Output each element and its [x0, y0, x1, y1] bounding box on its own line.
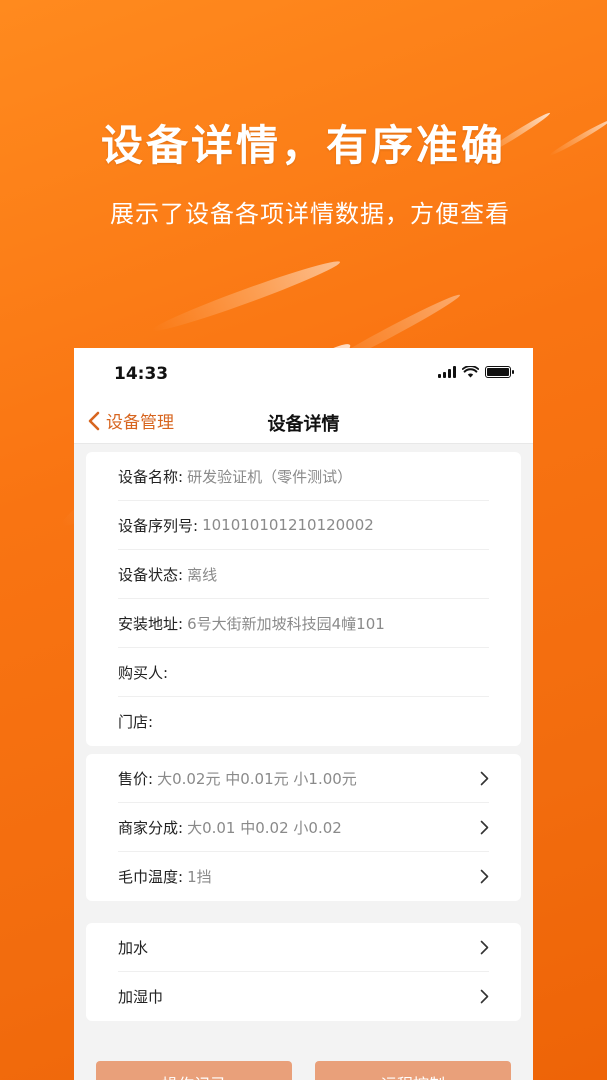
setting-label: 商家分成:: [118, 818, 184, 837]
wifi-icon: [462, 366, 479, 378]
action-row-add-water[interactable]: 加水: [118, 923, 489, 972]
setting-label: 售价:: [118, 769, 154, 788]
status-bar: 14:33: [74, 348, 533, 398]
setting-value: 大0.02元 中0.01元 小1.00元: [157, 769, 357, 788]
device-settings-card: 售价: 大0.02元 中0.01元 小1.00元 商家分成: 大0.01 中0.…: [86, 754, 521, 901]
light-streak: [149, 255, 343, 337]
info-label: 门店:: [118, 713, 154, 731]
setting-row-commission[interactable]: 商家分成: 大0.01 中0.02 小0.02: [118, 803, 489, 852]
setting-label: 毛巾温度:: [118, 868, 184, 886]
system-icons: [438, 366, 514, 378]
phone-screen: 14:33 设备管理 设备详情 设备名称: 研发验证机（零件测试） 设备序列号:…: [74, 348, 533, 1080]
chevron-right-icon: [480, 940, 489, 955]
cellular-signal-icon: [438, 366, 456, 378]
setting-row-towel-temp[interactable]: 毛巾温度: 1挡: [118, 852, 489, 901]
operation-log-button[interactable]: 操作记录: [96, 1061, 292, 1080]
info-row-store: 门店:: [118, 697, 489, 746]
info-row-status: 设备状态: 离线: [118, 550, 489, 599]
info-label: 安装地址:: [118, 614, 184, 633]
promo-headline: 设备详情，有序准确: [100, 121, 506, 170]
setting-row-price[interactable]: 售价: 大0.02元 中0.01元 小1.00元: [118, 754, 489, 803]
chevron-right-icon: [480, 820, 489, 835]
info-label: 设备状态:: [118, 565, 184, 584]
setting-value: 大0.01 中0.02 小0.02: [187, 818, 342, 837]
chevron-right-icon: [480, 869, 489, 884]
info-value: 研发验证机（零件测试）: [187, 467, 353, 486]
battery-icon: [485, 366, 514, 378]
promo-subline: 展示了设备各项详情数据，方便查看: [110, 200, 510, 228]
device-actions-card: 加水 加湿巾: [86, 923, 521, 1021]
setting-value: 1挡: [187, 868, 212, 886]
action-row-add-wipes[interactable]: 加湿巾: [118, 972, 489, 1021]
page-title: 设备详情: [267, 414, 340, 435]
action-label: 加水: [118, 938, 149, 957]
action-label: 加湿巾: [118, 988, 164, 1006]
info-label: 购买人:: [118, 663, 169, 682]
info-value: 6号大街新加坡科技园4幢101: [187, 614, 385, 633]
info-value: 101010101210120002: [202, 516, 374, 534]
bottom-buttons: 操作记录 远程控制: [96, 1061, 511, 1080]
chevron-right-icon: [480, 989, 489, 1004]
info-row-buyer: 购买人:: [118, 648, 489, 697]
chevron-right-icon: [480, 771, 489, 786]
info-row-address: 安装地址: 6号大街新加坡科技园4幢101: [118, 599, 489, 648]
info-row-name: 设备名称: 研发验证机（零件测试）: [118, 452, 489, 501]
info-row-serial: 设备序列号: 101010101210120002: [118, 501, 489, 550]
device-info-card: 设备名称: 研发验证机（零件测试） 设备序列号: 101010101210120…: [86, 452, 521, 746]
info-label: 设备名称:: [118, 467, 184, 486]
nav-bar: 设备管理 设备详情: [74, 398, 533, 444]
info-label: 设备序列号:: [118, 516, 199, 535]
status-time: 14:33: [114, 364, 169, 384]
info-value: 离线: [187, 565, 218, 584]
remote-control-button[interactable]: 远程控制: [315, 1061, 511, 1080]
